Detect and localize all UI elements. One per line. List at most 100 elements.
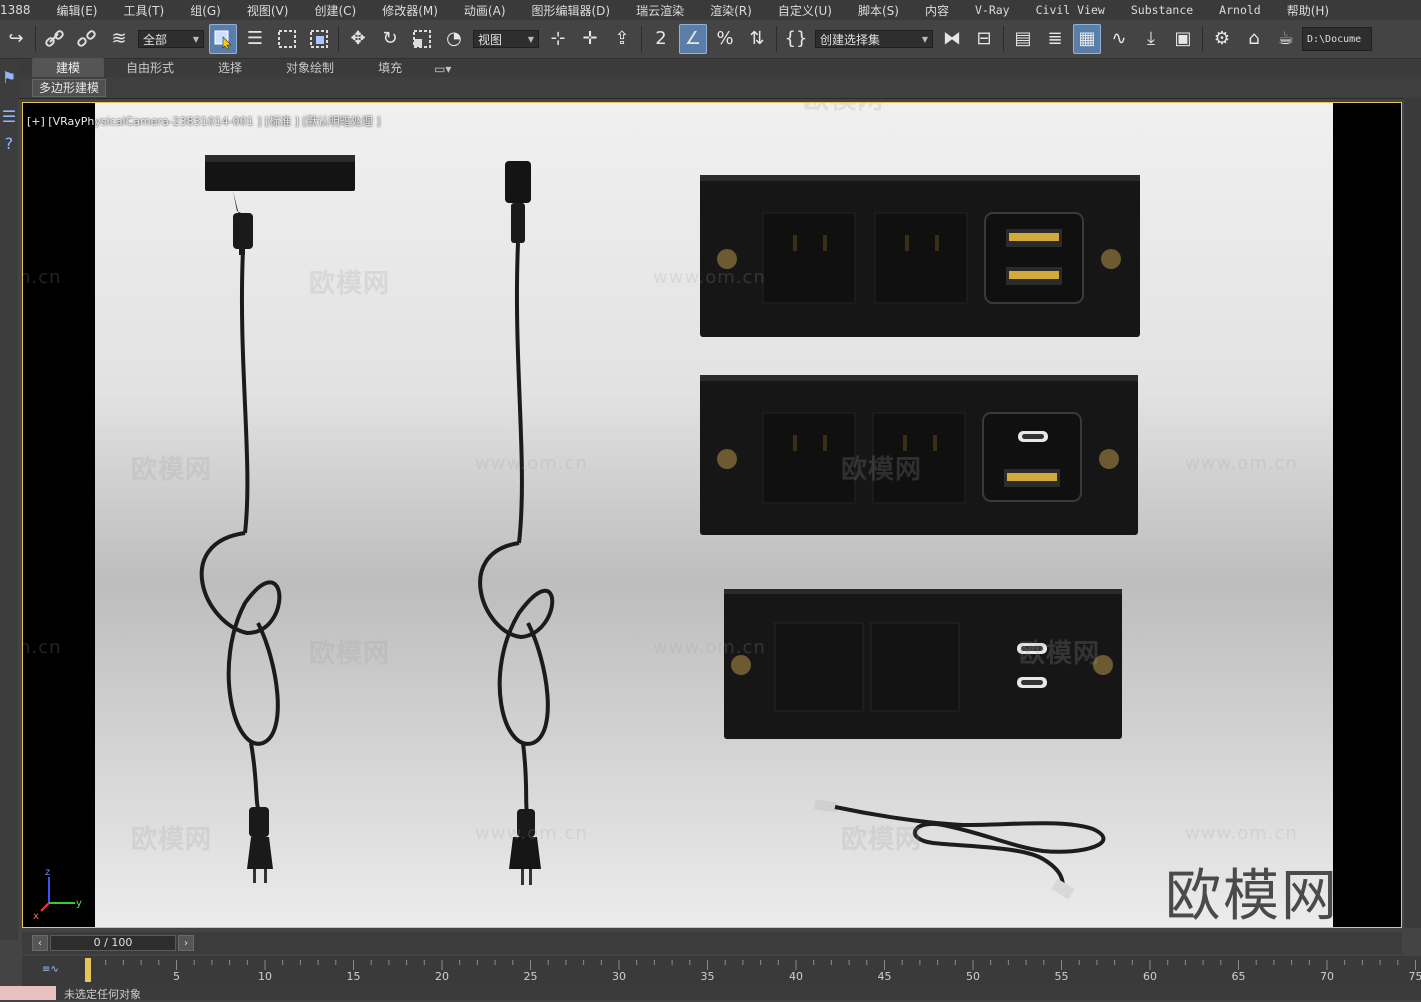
help-icon[interactable]: ? — [0, 134, 18, 153]
menu-rendering[interactable]: 渲染(R) — [696, 2, 764, 19]
toolbar-separator — [1202, 26, 1203, 52]
track-bar[interactable]: ≡∿ 051015202530354045505560657075 — [22, 956, 1421, 986]
menu-edit[interactable]: 编辑(E) — [43, 2, 110, 19]
rect-selection-region-icon[interactable] — [273, 24, 301, 54]
menu-help[interactable]: 帮助(H) — [1273, 2, 1341, 19]
scene-explorer-icon[interactable]: ▤ — [1009, 24, 1037, 54]
select-object-icon[interactable] — [209, 24, 237, 54]
align-icon[interactable]: ⊟ — [970, 24, 998, 54]
ruler-tick-label: 10 — [258, 970, 272, 983]
watermark-logo: 欧模网 — [841, 449, 922, 486]
watermark-url: www.om.cn — [1185, 823, 1298, 844]
schematic-view-icon[interactable]: ⤓ — [1137, 24, 1165, 54]
menu-customize[interactable]: 自定义(U) — [764, 2, 844, 19]
right-command-panel[interactable] — [1404, 98, 1421, 928]
menu-vray[interactable]: V-Ray — [961, 3, 1022, 17]
render-setup-icon[interactable]: ⚙ — [1208, 24, 1236, 54]
reference-coord-dropdown[interactable]: 视图 ▼ — [473, 30, 539, 48]
chevron-down-icon: ▼ — [528, 35, 534, 44]
scene-explorer-toggle-icon[interactable]: ⚑ — [0, 68, 18, 87]
rotate-icon[interactable]: ↻ — [376, 24, 404, 54]
next-frame-icon[interactable]: › — [178, 935, 194, 951]
place-icon[interactable]: ◔ — [440, 24, 468, 54]
curve-editor-icon[interactable]: ∿ — [1105, 24, 1133, 54]
menu-civil-view[interactable]: Civil View — [1022, 3, 1117, 17]
tab-modeling[interactable]: 建模 — [32, 58, 104, 77]
redo-icon[interactable]: ↪ — [2, 24, 30, 54]
menu-tools[interactable]: 工具(T) — [110, 2, 177, 19]
select-by-name-icon[interactable]: ☰ — [241, 24, 269, 54]
ruler-tick-label: 45 — [878, 970, 892, 983]
left-command-strip: ⚑ ☰ ? — [0, 60, 18, 940]
scene-render: z y x — [23, 103, 1401, 927]
watermark-logo: 欧模网 — [309, 633, 390, 670]
scale-icon[interactable] — [408, 24, 436, 54]
unlink-icon[interactable] — [73, 24, 101, 54]
menu-substance[interactable]: Substance — [1117, 3, 1205, 17]
watermark-url: om.cn — [22, 267, 62, 288]
mirror-icon[interactable]: ⧓ — [938, 24, 966, 54]
menu-group[interactable]: 组(G) — [176, 2, 233, 19]
menu-bar: 1388 编辑(E) 工具(T) 组(G) 视图(V) 创建(C) 修改器(M)… — [0, 0, 1421, 20]
watermark-url: www.om.cn — [475, 823, 588, 844]
ruler-tick-label: 70 — [1320, 970, 1334, 983]
tab-selection[interactable]: 选择 — [196, 58, 264, 77]
spinner-snap-icon[interactable]: ⇅ — [743, 24, 771, 54]
watermark-logo: 欧模网 — [131, 449, 212, 486]
frame-ruler: ≡∿ 051015202530354045505560657075 — [22, 956, 1421, 986]
viewport-label[interactable]: [+] [VRayPhysicalCamera-23831014-001 ] [… — [27, 113, 381, 129]
watermark-url: www.om.cn — [1185, 102, 1298, 104]
select-manipulate-icon[interactable]: ✛ — [576, 24, 604, 54]
percent-snap-icon[interactable]: % — [711, 24, 739, 54]
selection-filter-dropdown[interactable]: 全部 ▼ — [138, 30, 204, 48]
menu-content[interactable]: 内容 — [911, 2, 961, 19]
watermark-logo: 欧模网 — [1019, 633, 1100, 670]
time-slider[interactable]: 0 / 100 — [50, 935, 176, 951]
maxscript-listener[interactable] — [0, 986, 56, 1000]
tab-object-paint[interactable]: 对象绘制 — [264, 58, 356, 77]
ribbon-options-icon[interactable]: ▭▾ — [424, 61, 461, 77]
layer-explorer-icon[interactable]: ≣ — [1041, 24, 1069, 54]
pivot-point-icon[interactable]: ⊹ — [544, 24, 572, 54]
list-icon[interactable]: ☰ — [0, 107, 18, 126]
ruler-tick-label: 15 — [347, 970, 361, 983]
menu-scripting[interactable]: 脚本(S) — [844, 2, 911, 19]
chevron-down-icon: ▼ — [193, 35, 199, 44]
menu-modifiers[interactable]: 修改器(M) — [368, 2, 450, 19]
material-editor-icon[interactable]: ▣ — [1169, 24, 1197, 54]
snaps-toggle-icon[interactable]: 2 — [647, 24, 675, 54]
current-frame-marker[interactable] — [85, 958, 91, 982]
reference-coord-value: 视图 — [478, 31, 502, 48]
ruler-tick-label: 20 — [435, 970, 449, 983]
menu-cloud-render[interactable]: 瑞云渲染 — [622, 2, 696, 19]
toggle-ribbon-icon[interactable]: ▦ — [1073, 24, 1101, 54]
project-path-field[interactable]: D:\Docume — [1302, 27, 1372, 51]
menu-arnold[interactable]: Arnold — [1205, 3, 1273, 17]
edit-named-selection-icon[interactable]: {} — [782, 24, 810, 54]
ruler-tick-label: 75 — [1409, 970, 1421, 983]
ruler-tick-label: 60 — [1143, 970, 1157, 983]
link-icon[interactable] — [41, 24, 69, 54]
angle-snap-icon[interactable]: ∠ — [679, 24, 707, 54]
move-icon[interactable]: ✥ — [344, 24, 372, 54]
named-selection-value: 创建选择集 — [820, 31, 880, 48]
menu-graph-editors[interactable]: 图形编辑器(D) — [518, 2, 623, 19]
keyboard-shortcut-override-icon[interactable]: ⇪ — [608, 24, 636, 54]
polygon-modeling-tab[interactable]: 多边形建模 — [32, 79, 106, 97]
render-production-icon[interactable]: ☕ — [1272, 24, 1300, 54]
tab-populate[interactable]: 填充 — [356, 58, 424, 77]
tab-freeform[interactable]: 自由形式 — [104, 58, 196, 77]
watermark-logo: 欧模网 — [841, 819, 922, 856]
menu-animation[interactable]: 动画(A) — [450, 2, 518, 19]
menu-create[interactable]: 创建(C) — [300, 2, 368, 19]
ribbon-panel: 多边形建模 — [0, 77, 1421, 99]
named-selection-dropdown[interactable]: 创建选择集 ▼ — [815, 30, 933, 48]
rendered-frame-window-icon[interactable]: ⌂ — [1240, 24, 1268, 54]
viewport[interactable]: z y x [+] [VRayPhysicalCamera-23831014-0… — [22, 102, 1402, 928]
menu-views[interactable]: 视图(V) — [233, 2, 301, 19]
brand-mark: 欧模网 — [1165, 851, 1339, 928]
bind-space-warp-icon[interactable]: ≋ — [105, 24, 133, 54]
prev-frame-icon[interactable]: ‹ — [32, 935, 48, 951]
axis-x-label: x — [33, 911, 39, 922]
window-crossing-icon[interactable] — [305, 24, 333, 54]
